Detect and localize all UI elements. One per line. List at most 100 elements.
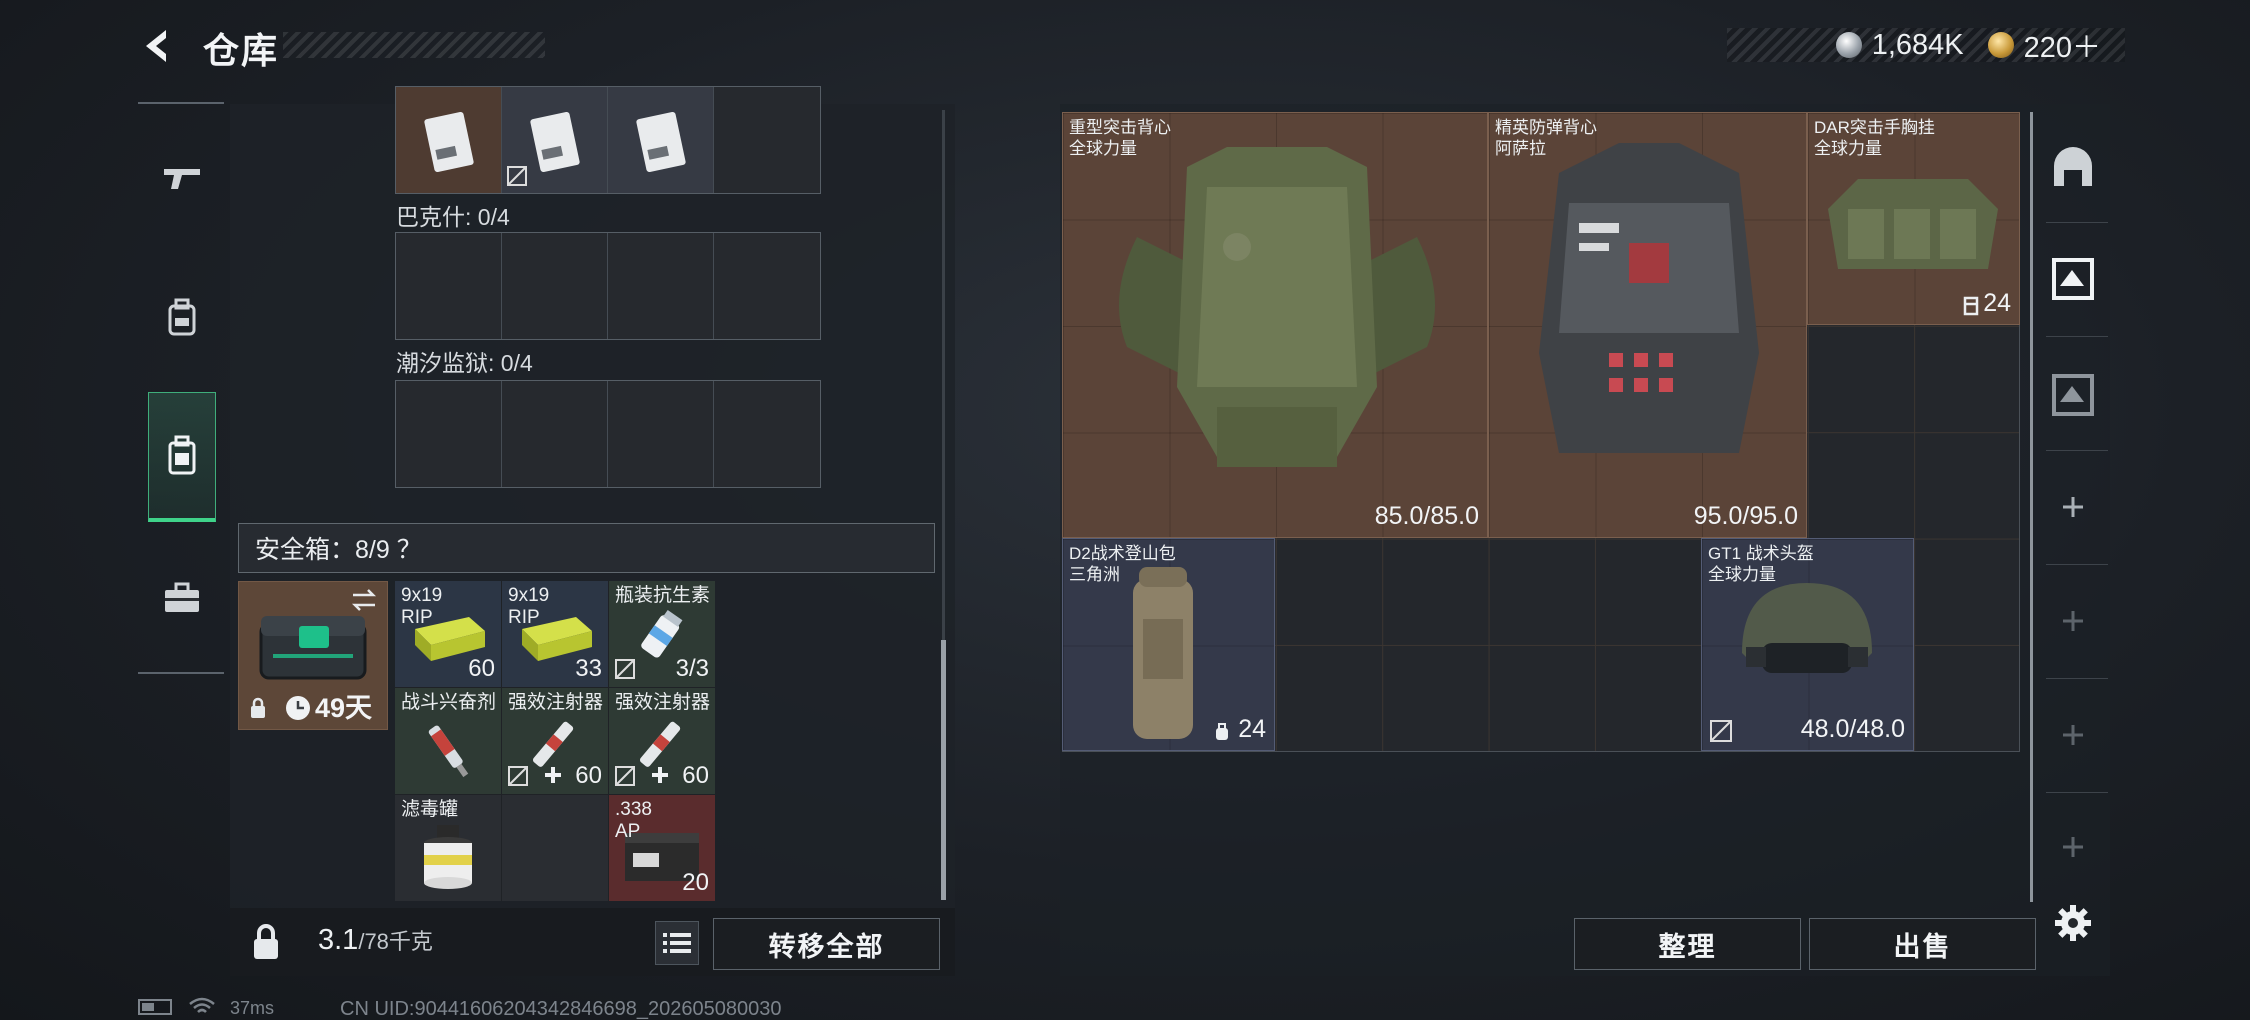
right-nav-separator [2046, 564, 2108, 565]
no-insure-icon [508, 766, 528, 786]
uid-text: CN UID:904416062043428466​98_20260508003… [340, 998, 782, 1020]
right-nav-storage-3[interactable] [2046, 368, 2100, 422]
empty-slot[interactable] [502, 233, 608, 339]
item-d2-backpack[interactable]: D2战术登山包 三角洲 24 [1062, 538, 1275, 751]
safebox-header[interactable]: 安全箱：8/9 ？ [238, 523, 935, 573]
empty-slot[interactable] [502, 381, 608, 487]
item-strong-injector[interactable]: 强效注射器 60 [609, 688, 715, 794]
helmet-icon [1742, 583, 1872, 673]
right-nav-storage-2[interactable] [2046, 252, 2100, 306]
battery-icon [138, 998, 178, 1016]
safebox-remaining: 49天 [315, 693, 373, 723]
right-nav-storage[interactable] [2046, 142, 2100, 196]
item-heavy-assault-vest[interactable]: 重型突击背心 全球力量 85.0/85.0 [1062, 112, 1488, 538]
item-elite-bulletproof-vest[interactable]: 精英防弹背心 阿萨拉 95.0/95.0 [1488, 112, 1807, 538]
item-capacity: 24 [1983, 289, 2011, 317]
weight-current: 3.1 [318, 924, 359, 956]
item-dar-chest-rig[interactable]: DAR突击手胸挂 全球力量 24 [1807, 112, 2020, 325]
nav-tab-containers[interactable] [148, 392, 216, 522]
item-name: 滤毒罐 [401, 799, 459, 820]
item-antibiotic-bottle[interactable]: 瓶装抗生素 3/3 [609, 581, 715, 687]
organize-button[interactable]: 整理 [1574, 918, 1801, 970]
item-ammo-338-ap[interactable]: .338 AP 20 [609, 795, 715, 901]
scrollbar-thumb[interactable] [941, 640, 946, 900]
card-icon [424, 111, 474, 173]
right-nav-add-2[interactable] [2046, 594, 2100, 648]
empty-slot[interactable] [714, 233, 820, 339]
list-icon [663, 933, 691, 953]
back-arrow-icon[interactable] [138, 26, 178, 66]
item-slot[interactable] [502, 87, 608, 193]
empty-slot[interactable] [608, 233, 714, 339]
safebox-case[interactable]: 49天 [238, 581, 388, 730]
nav-tab-weapons[interactable] [148, 138, 216, 218]
gold-currency-value[interactable]: 220＋ [2024, 24, 2101, 66]
right-nav-add-4[interactable] [2046, 820, 2100, 874]
empty-slot[interactable] [502, 795, 608, 901]
nav-divider-bottom [138, 672, 224, 674]
item-count: 60 [682, 762, 709, 789]
right-nav-separator [2046, 792, 2108, 793]
sell-button[interactable]: 出售 [1809, 918, 2036, 970]
gear-icon [2055, 905, 2091, 941]
item-count: 33 [575, 655, 602, 682]
card-icon [636, 111, 686, 173]
empty-slot[interactable] [714, 381, 820, 487]
card-icon [507, 111, 580, 186]
backpack-icon [168, 298, 196, 336]
item-durability: 95.0/95.0 [1693, 502, 1798, 530]
clock-icon [286, 696, 310, 720]
right-nav-add-1[interactable] [2046, 480, 2100, 534]
nav-tab-briefcase[interactable] [148, 558, 216, 638]
item-name: GT1 战术头盔 全球力量 [1708, 544, 1814, 584]
empty-slot[interactable] [608, 381, 714, 487]
title-decoration [283, 32, 545, 58]
backpack-icon [1133, 567, 1193, 739]
plus-icon [2063, 837, 2083, 857]
item-slot[interactable] [608, 87, 714, 193]
briefcase-icon [165, 582, 199, 612]
page-title: 仓库 [203, 30, 280, 71]
item-slot[interactable] [396, 87, 502, 193]
container-icon [168, 435, 196, 474]
nav-divider-top [138, 102, 224, 104]
right-nav-separator [2046, 336, 2108, 337]
right-nav-add-3[interactable] [2046, 708, 2100, 762]
item-gt1-tactical-helmet[interactable]: GT1 战术头盔 全球力量 48.0/48.0 [1701, 538, 1914, 751]
item-name: 强效注射器 [508, 692, 604, 713]
item-strong-injector[interactable]: 强效注射器 60 [502, 688, 608, 794]
silver-coin-icon [1835, 32, 1862, 58]
safebox-icon [259, 616, 367, 680]
storage-box-icon [2052, 374, 2094, 416]
item-count: 60 [468, 655, 495, 682]
right-nav-separator [2046, 678, 2108, 679]
item-count: 20 [682, 869, 709, 896]
empty-slot[interactable] [714, 87, 820, 193]
storage-box-icon [2052, 258, 2094, 300]
empty-slot[interactable] [396, 233, 502, 339]
armor-vest-icon [1539, 143, 1759, 453]
container-label: 巴克什: 0/4 [396, 204, 510, 230]
container-grid [395, 380, 821, 488]
empty-slot[interactable] [396, 381, 502, 487]
no-insure-icon [1710, 720, 1732, 742]
item-durability: 85.0/85.0 [1374, 502, 1479, 530]
item-combat-stimulant[interactable]: 战斗兴奋剂 [395, 688, 501, 794]
settings-button[interactable] [2046, 896, 2100, 950]
ping-value: 37ms [230, 998, 275, 1018]
list-view-button[interactable] [655, 921, 699, 965]
item-capacity: 24 [1238, 715, 1266, 743]
plus-icon [652, 767, 668, 783]
lock-button[interactable] [238, 915, 294, 971]
gun-icon [164, 169, 200, 189]
capacity-icon [1216, 723, 1228, 740]
item-ammo-9x19-rip[interactable]: 9x19 RIP 33 [502, 581, 608, 687]
item-filter-canister[interactable]: 滤毒罐 [395, 795, 501, 901]
gold-coin-icon [1987, 32, 2014, 58]
nav-tab-equipment[interactable] [148, 278, 216, 358]
item-ammo-9x19-rip[interactable]: 9x19 RIP 60 [395, 581, 501, 687]
item-name: 精英防弹背心 阿萨拉 [1495, 118, 1597, 158]
silver-currency-value[interactable]: 1,684K [1872, 29, 1964, 62]
item-name: 瓶装抗生素 [615, 585, 711, 606]
transfer-all-button[interactable]: 转移全部 [713, 918, 940, 970]
